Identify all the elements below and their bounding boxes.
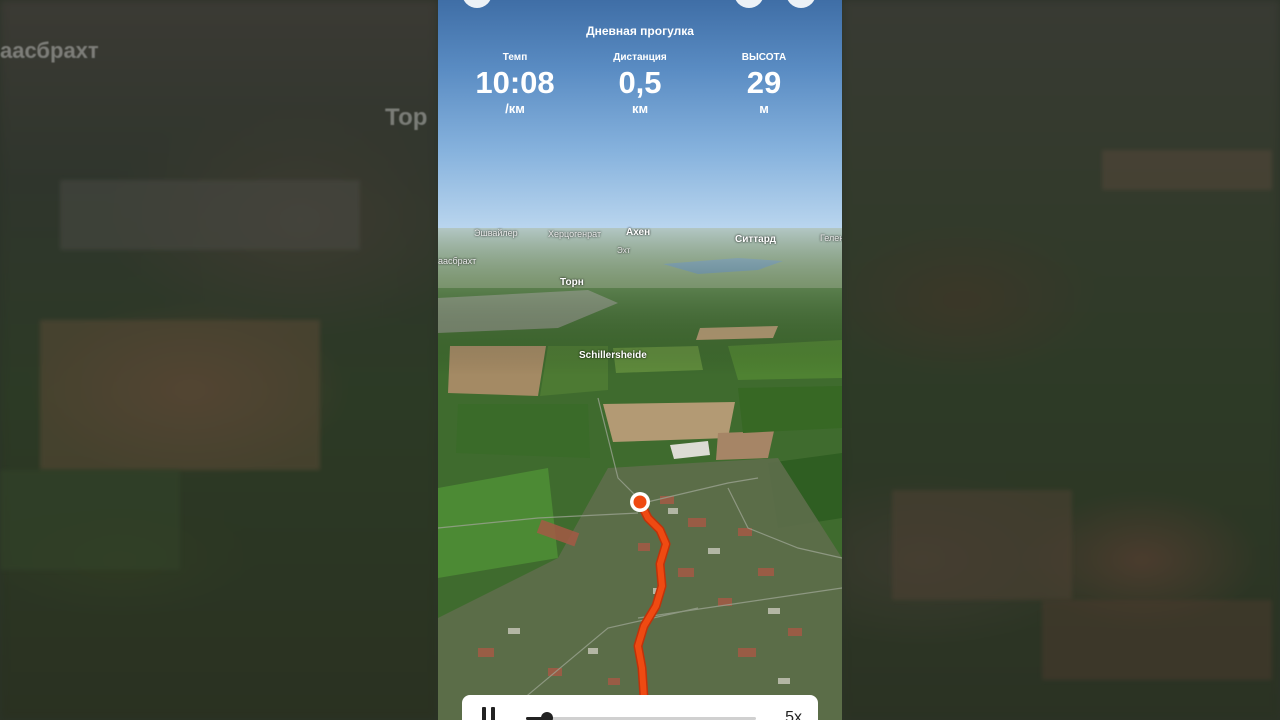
blurred-map-label: аасбрахт — [0, 38, 99, 63]
share-circle-button[interactable] — [734, 0, 764, 8]
map-label-eschweiler: Эшвайлер — [474, 228, 518, 238]
blurred-background-right — [842, 0, 1280, 720]
stat-distance: Дистанция 0,5 км — [580, 52, 700, 116]
activity-title: Дневная прогулка — [586, 24, 694, 38]
progress-knob[interactable] — [540, 712, 553, 720]
map-label-geleen: Гелен — [820, 233, 842, 243]
field-patch — [40, 320, 320, 470]
map-label-sittard: Ситтард — [735, 234, 776, 245]
stat-value: 10:08 — [475, 65, 555, 100]
stat-label: Высота — [741, 52, 787, 63]
blurred-map-label: Тор — [385, 104, 428, 131]
pause-icon[interactable] — [482, 707, 498, 720]
stat-label: Дистанция — [613, 52, 667, 63]
field-patch — [1042, 600, 1272, 680]
playback-speed-button[interactable]: 5x — [785, 709, 802, 720]
stat-value: 29 — [746, 65, 782, 100]
playback-bar: 5x — [462, 695, 818, 720]
map-label-aachen: Ахен — [626, 227, 651, 238]
map-label-schillersheide: Schillersheide — [579, 350, 647, 361]
phone-screen: Дневная прогулка Темп 10:08 /км Дистанци… — [438, 0, 842, 720]
map-label-herzogenrath: Херцогенрат — [548, 229, 602, 239]
map-label-maasbracht: аасбрахт — [438, 256, 477, 266]
stat-elevation: Высота 29 м — [704, 52, 824, 116]
start-marker-icon — [630, 492, 650, 512]
stat-unit: м — [759, 101, 769, 116]
stat-label: Темп — [502, 52, 528, 63]
sky-header: Дневная прогулка Темп 10:08 /км Дистанци… — [438, 0, 842, 232]
blurred-background-left: аасбрахт Тор — [0, 0, 438, 720]
terrain-map[interactable] — [438, 228, 842, 720]
map-label-echt: Эхт — [617, 246, 631, 255]
stat-value: 0,5 — [618, 65, 662, 100]
field-patch — [0, 470, 180, 570]
stat-unit: /км — [505, 101, 525, 116]
field-patch — [60, 180, 360, 250]
stat-pace: Темп 10:08 /км — [455, 52, 575, 116]
stat-unit: км — [631, 101, 649, 116]
left-circle-button[interactable] — [462, 0, 492, 8]
field-patch — [892, 490, 1072, 600]
close-circle-button[interactable] — [786, 0, 816, 8]
field-patch — [1102, 150, 1272, 190]
map-label-thorn: Торн — [560, 277, 584, 288]
